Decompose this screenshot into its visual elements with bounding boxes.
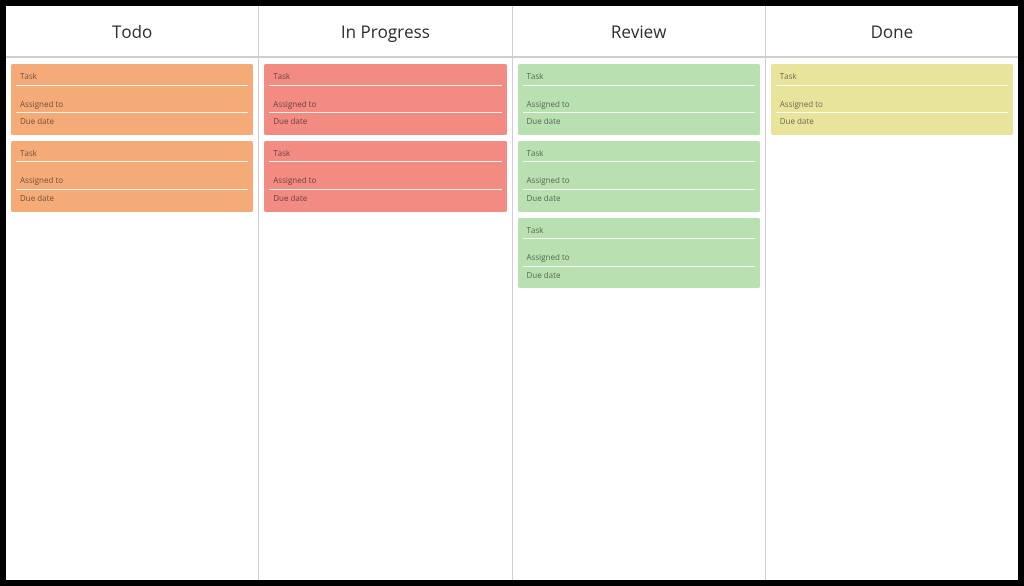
column-header-inprogress: In Progress [259,6,512,56]
due-date-field[interactable]: Due date [16,190,248,207]
due-date-field[interactable]: Due date [269,113,501,130]
column-title: In Progress [341,20,430,43]
task-field[interactable]: Task [523,68,755,86]
task-card[interactable]: Task Assigned to Due date [264,64,506,135]
due-date-field[interactable]: Due date [269,190,501,207]
assigned-field[interactable]: Assigned to [16,172,248,190]
assigned-field[interactable]: Assigned to [776,96,1008,114]
task-card[interactable]: Task Assigned to Due date [11,64,253,135]
column-done[interactable]: Task Assigned to Due date [766,58,1018,580]
assigned-field[interactable]: Assigned to [523,172,755,190]
assigned-field[interactable]: Assigned to [523,96,755,114]
column-header-done: Done [766,6,1018,56]
column-title: Review [611,20,667,43]
task-card[interactable]: Task Assigned to Due date [11,141,253,212]
due-date-field[interactable]: Due date [523,113,755,130]
task-card[interactable]: Task Assigned to Due date [264,141,506,212]
task-field[interactable]: Task [16,68,248,86]
assigned-field[interactable]: Assigned to [269,172,501,190]
task-field[interactable]: Task [16,145,248,163]
task-field[interactable]: Task [776,68,1008,86]
column-header-todo: Todo [6,6,259,56]
column-header-review: Review [513,6,766,56]
assigned-field[interactable]: Assigned to [523,249,755,267]
task-card[interactable]: Task Assigned to Due date [771,64,1013,135]
column-title: Todo [112,20,152,43]
board-body: Task Assigned to Due date Task Assigned … [6,58,1018,580]
task-card[interactable]: Task Assigned to Due date [518,141,760,212]
due-date-field[interactable]: Due date [16,113,248,130]
column-todo[interactable]: Task Assigned to Due date Task Assigned … [6,58,259,580]
column-inprogress[interactable]: Task Assigned to Due date Task Assigned … [259,58,512,580]
column-header-row: Todo In Progress Review Done [6,6,1018,58]
task-field[interactable]: Task [523,145,755,163]
due-date-field[interactable]: Due date [523,190,755,207]
assigned-field[interactable]: Assigned to [16,96,248,114]
task-card[interactable]: Task Assigned to Due date [518,218,760,289]
task-field[interactable]: Task [523,222,755,240]
due-date-field[interactable]: Due date [523,267,755,284]
kanban-board: Todo In Progress Review Done Task Assign… [0,0,1024,586]
task-field[interactable]: Task [269,68,501,86]
task-field[interactable]: Task [269,145,501,163]
task-card[interactable]: Task Assigned to Due date [518,64,760,135]
column-title: Done [871,20,914,43]
due-date-field[interactable]: Due date [776,113,1008,130]
column-review[interactable]: Task Assigned to Due date Task Assigned … [513,58,766,580]
assigned-field[interactable]: Assigned to [269,96,501,114]
